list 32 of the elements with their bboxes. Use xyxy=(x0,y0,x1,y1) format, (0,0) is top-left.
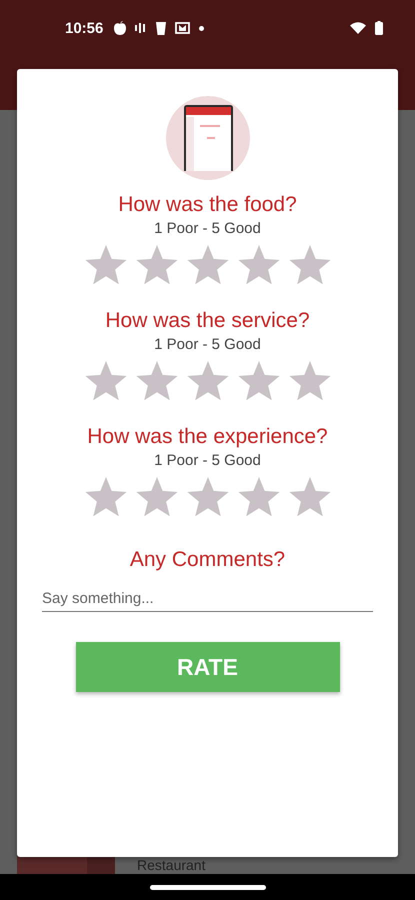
rate-button[interactable]: RATE xyxy=(76,642,340,692)
rating-scale-label: 1 Poor - 5 Good xyxy=(154,336,261,354)
star-icon[interactable] xyxy=(288,361,332,403)
comment-field[interactable]: Say something... xyxy=(42,586,373,612)
star-icon[interactable] xyxy=(236,477,280,519)
star-icon[interactable] xyxy=(236,245,280,287)
wifi-icon xyxy=(350,22,366,34)
question-title: How was the experience? xyxy=(87,425,328,449)
star-icon[interactable] xyxy=(186,477,230,519)
star-icon[interactable] xyxy=(236,361,280,403)
question-title: How was the service? xyxy=(105,309,310,333)
clock: 10:56 xyxy=(65,20,104,36)
star-icon[interactable] xyxy=(134,477,178,519)
star-icon[interactable] xyxy=(84,361,128,403)
battery-icon xyxy=(375,21,383,35)
star-icon[interactable] xyxy=(84,477,128,519)
star-icon[interactable] xyxy=(288,245,332,287)
bars-icon xyxy=(135,22,148,34)
star-icon[interactable] xyxy=(134,361,178,403)
star-icon[interactable] xyxy=(186,245,230,287)
star-icon[interactable] xyxy=(134,245,178,287)
restaurant-name: Restaurant xyxy=(137,857,206,873)
star-icon[interactable] xyxy=(186,361,230,403)
rating-scale-label: 1 Poor - 5 Good xyxy=(154,220,261,238)
cup-icon xyxy=(156,22,166,34)
home-handle[interactable] xyxy=(150,884,266,890)
comments-title: Any Comments? xyxy=(130,548,286,572)
dot-icon xyxy=(199,26,204,30)
rating-scale-label: 1 Poor - 5 Good xyxy=(154,452,261,470)
star-icon[interactable] xyxy=(84,245,128,287)
star-icon[interactable] xyxy=(288,477,332,519)
question-title: How was the food? xyxy=(118,193,297,217)
